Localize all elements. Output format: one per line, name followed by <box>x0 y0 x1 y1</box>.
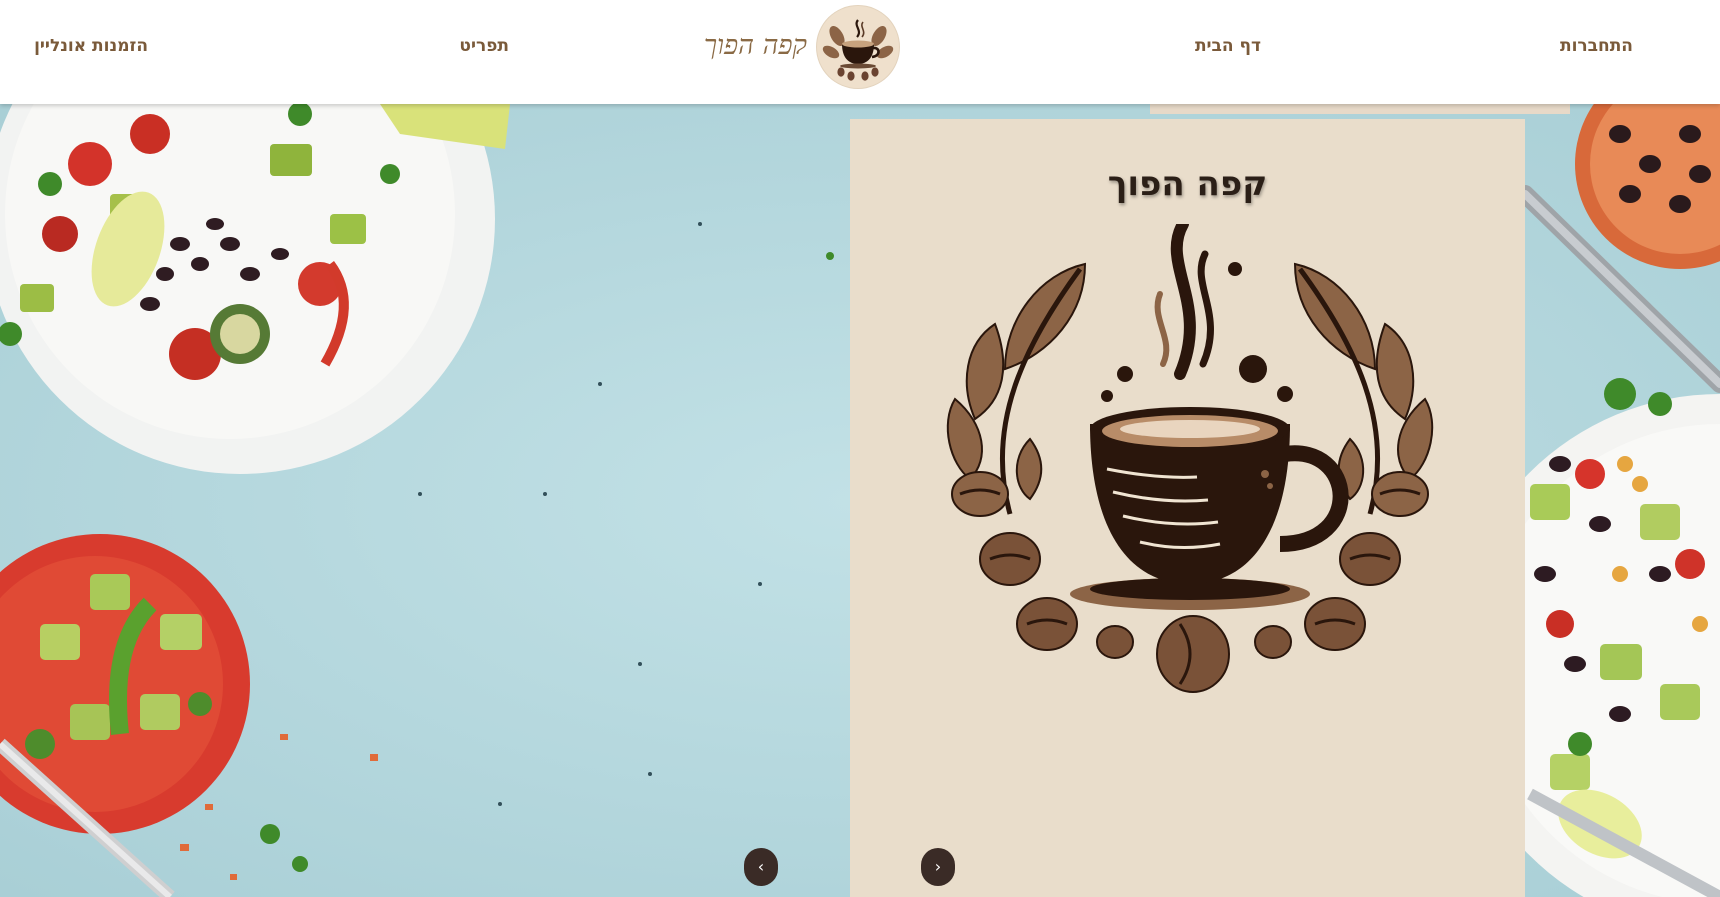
chevron-right-icon: › <box>934 857 942 876</box>
hero-card-title: קפה הפוך <box>1107 164 1268 204</box>
chevron-left-icon: ‹ <box>757 857 765 876</box>
coffee-cup-logo-icon <box>946 224 1434 693</box>
nav-menu[interactable]: תפריט <box>459 36 509 56</box>
coffee-cup-logo-icon <box>822 19 894 81</box>
slider-prev-button[interactable]: ‹ <box>744 848 778 886</box>
nav-online-orders[interactable]: הזמנות אונליין <box>34 36 148 56</box>
hero-card: קפה הפוך <box>850 119 1525 897</box>
header-logo[interactable] <box>817 6 899 88</box>
slider-next-button[interactable]: › <box>921 848 955 886</box>
site-header: התחברות דף הבית קפה הפוך תפריט הזמנות או… <box>0 0 1720 104</box>
nav-home[interactable]: דף הבית <box>1195 36 1261 56</box>
nav-login[interactable]: התחברות <box>1560 36 1633 56</box>
brand-name[interactable]: קפה הפוך <box>704 30 807 61</box>
hero-slideshow: קפה הפוך ‹ › <box>0 104 1720 897</box>
